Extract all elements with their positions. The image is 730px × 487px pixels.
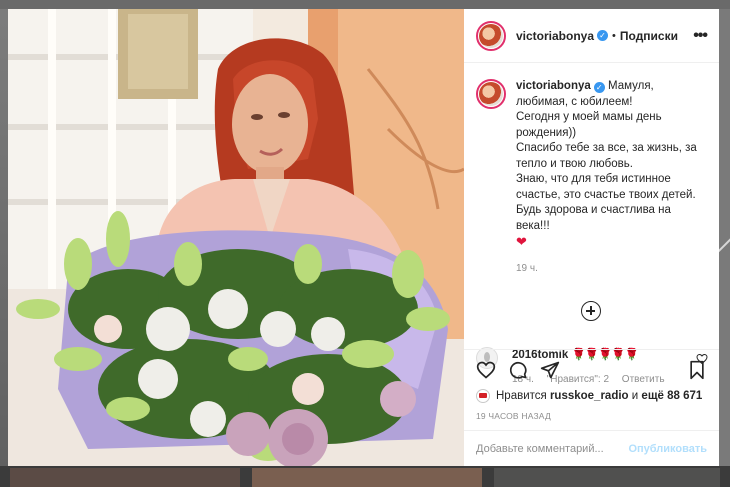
- author-avatar[interactable]: [476, 20, 506, 51]
- likes-connector: и: [631, 390, 639, 402]
- save-bookmark-icon[interactable]: [687, 360, 707, 380]
- add-comment-bar: Добавьте комментарий... Опубликовать: [464, 430, 719, 466]
- caption-text: victoriabonya ✓ Мамуля, любимая, с юбилее…: [516, 79, 702, 276]
- post-time-ago[interactable]: 19 ЧАСОВ НАЗАД: [476, 411, 707, 421]
- liker-username[interactable]: russkoe_radio: [550, 390, 629, 402]
- post-caption: victoriabonya ✓ Мамуля, любимая, с юбилее…: [476, 79, 707, 276]
- caption-username[interactable]: victoriabonya: [516, 80, 591, 92]
- likes-summary: Нравится russkoe_radio и ещё 88 671: [476, 389, 707, 403]
- action-icons-row: [476, 357, 707, 383]
- verified-badge-icon: ✓: [597, 30, 609, 41]
- comment-input[interactable]: Добавьте комментарий...: [476, 443, 604, 455]
- post-actions: Нравится russkoe_radio и ещё 88 671 19 Ч…: [464, 349, 719, 421]
- caption-author-avatar[interactable]: [476, 79, 506, 109]
- share-paper-plane-icon[interactable]: [540, 360, 560, 380]
- background-feed-top: [0, 0, 730, 9]
- background-thumbnail: [494, 468, 720, 487]
- caption-timestamp[interactable]: 19 ч.: [516, 261, 702, 277]
- author-username[interactable]: victoriabonya: [516, 29, 594, 43]
- like-heart-icon[interactable]: [476, 360, 496, 380]
- background-thumbnail: [10, 468, 240, 487]
- comment-bubble-icon[interactable]: [508, 360, 528, 380]
- comments-area: victoriabonya ✓ Мамуля, любимая, с юбилее…: [464, 63, 719, 385]
- liker-avatar[interactable]: [476, 389, 490, 403]
- caption-line: Спасибо тебе за все, за жизнь, за тепло …: [516, 142, 697, 170]
- post-photo[interactable]: [8, 9, 464, 466]
- post-photo-illustration: [8, 9, 464, 466]
- separator-dot: •: [612, 29, 616, 42]
- likes-count[interactable]: ещё 88 671: [641, 390, 702, 402]
- likes-prefix: Нравится: [496, 390, 547, 402]
- post-side-panel: victoriabonya ✓ • Подписки ••• victoriab…: [464, 9, 719, 466]
- more-options-icon[interactable]: •••: [693, 27, 708, 45]
- load-more-comments-icon[interactable]: [581, 301, 601, 321]
- caption-line: Знаю, что для тебя истинное счастье, это…: [516, 173, 696, 232]
- red-heart-icon: ❤: [516, 234, 527, 249]
- publish-button[interactable]: Опубликовать: [628, 443, 707, 455]
- verified-badge-icon: ✓: [593, 82, 605, 93]
- background-thumbnail: [252, 468, 482, 487]
- post-header: victoriabonya ✓ • Подписки •••: [464, 9, 719, 63]
- caption-line: Сегодня у моей мамы день рождения)): [516, 111, 662, 139]
- following-button[interactable]: Подписки: [620, 29, 678, 43]
